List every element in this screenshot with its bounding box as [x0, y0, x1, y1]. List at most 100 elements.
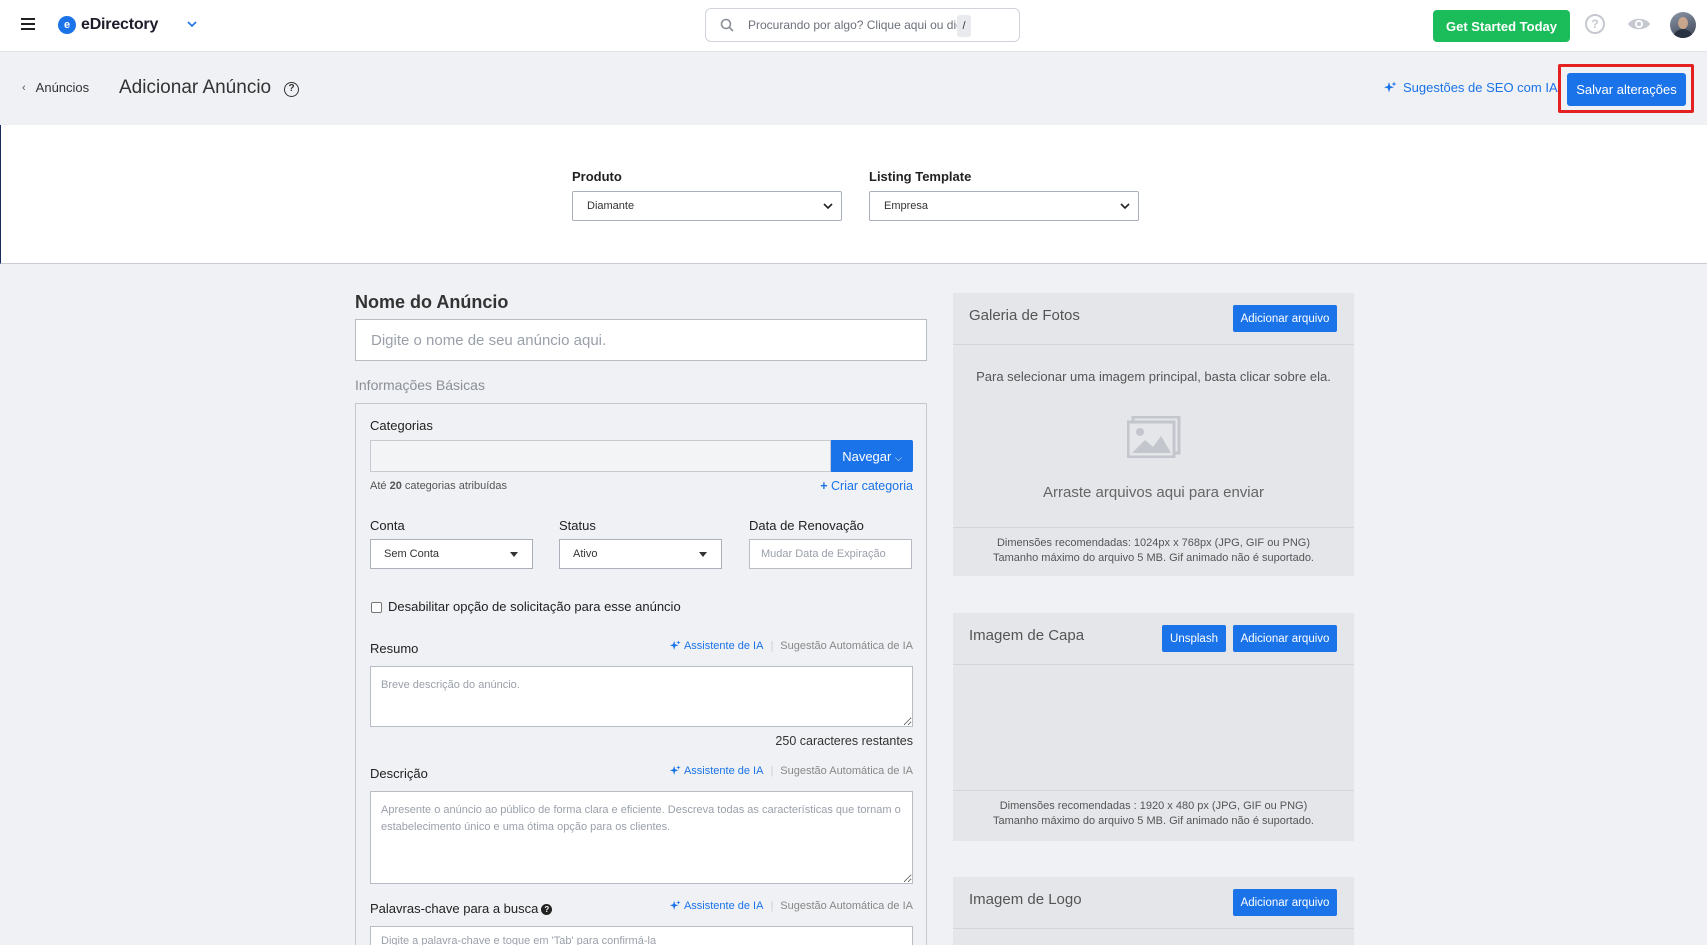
disable-request-label: Desabilitar opção de solicitação para es… [388, 599, 681, 614]
card-header: Galeria de Fotos Adicionar arquivo [953, 293, 1354, 345]
chevron-left-icon: ‹ [22, 81, 26, 94]
keywords-input[interactable] [370, 926, 913, 945]
page-title: Adicionar Anúncio [119, 77, 272, 98]
create-category-link[interactable]: + Criar categoria [820, 479, 913, 493]
ai-assistant-link[interactable]: Assistente de IA [669, 765, 764, 777]
cover-image-card: Imagem de Capa Unsplash Adicionar arquiv… [953, 613, 1354, 841]
categories-hint: Até 20 categorias atribuídas [370, 480, 507, 492]
save-changes-button[interactable]: Salvar alterações [1567, 73, 1686, 106]
cover-footer: Dimensões recomendadas : 1920 x 480 px (… [953, 790, 1354, 841]
ai-assistant-label: Assistente de IA [683, 900, 764, 912]
status-dropdown[interactable]: Ativo [559, 539, 722, 569]
ai-auto-suggestion-link[interactable]: Sugestão Automática de IA [780, 640, 913, 652]
sparkle-icon [669, 640, 681, 650]
product-label: Produto [572, 169, 622, 184]
add-file-button[interactable]: Adicionar arquivo [1233, 889, 1337, 916]
avatar[interactable] [1670, 12, 1696, 38]
help-icon[interactable]: ? [541, 904, 553, 915]
browse-label: Navegar [842, 448, 892, 464]
browse-categories-button[interactable]: Navegar ⌵ [831, 440, 913, 472]
basic-info-heading: Informações Básicas [355, 377, 485, 393]
eye-icon[interactable] [1627, 15, 1651, 33]
drop-zone-text[interactable]: Arraste arquivos aqui para enviar [953, 484, 1354, 501]
summary-ai-tools: Assistente de IA | Sugestão Automática d… [669, 640, 913, 652]
gallery-max-size: Tamanho máximo do arquivo 5 MB. Gif anim… [992, 552, 1314, 564]
sparkle-icon [669, 900, 681, 910]
seo-ai-label: Sugestões de SEO com IA [1403, 80, 1558, 95]
hint-suffix: categorias atribuídas [404, 480, 508, 492]
logo-title: Imagem de Logo [969, 891, 1082, 908]
unsplash-button[interactable]: Unsplash [1162, 625, 1226, 652]
gallery-title: Galeria de Fotos [969, 307, 1080, 324]
listing-name-title: Nome do Anúncio [355, 292, 509, 312]
template-value: Empresa [884, 200, 929, 212]
template-select[interactable]: Empresa [869, 191, 1139, 221]
account-value: Sem Conta [384, 548, 440, 560]
description-ai-tools: Assistente de IA | Sugestão Automática d… [669, 765, 913, 777]
logo-mark: e [58, 16, 76, 34]
search-shortcut-key: / [957, 15, 971, 37]
chevron-down-icon [823, 203, 833, 210]
search-input[interactable] [748, 18, 958, 32]
gallery-footer: Dimensões recomendadas: 1024px x 768px (… [953, 527, 1354, 576]
status-label: Status [559, 518, 596, 533]
cover-max-size: Tamanho máximo do arquivo 5 MB. Gif anim… [992, 815, 1314, 827]
get-started-button[interactable]: Get Started Today [1433, 10, 1570, 42]
back-label: Anúncios [35, 80, 90, 95]
product-value: Diamante [587, 200, 635, 212]
sparkle-icon [1384, 81, 1397, 92]
back-link[interactable]: ‹ Anúncios [22, 80, 89, 95]
image-placeholder-icon [1127, 416, 1181, 458]
categories-label: Categorias [370, 418, 433, 433]
separator: | [770, 900, 774, 912]
gallery-dimensions: Dimensões recomendadas: 1024px x 768px (… [996, 537, 1311, 549]
gallery-hint: Para selecionar uma imagem principal, ba… [976, 369, 1331, 384]
account-label: Conta [370, 518, 405, 533]
description-label: Descrição [370, 766, 428, 781]
add-file-button[interactable]: Adicionar arquivo [1233, 305, 1337, 332]
disable-request-checkbox[interactable] [371, 602, 382, 613]
chevron-down-icon[interactable] [186, 18, 198, 30]
help-icon[interactable]: ? [1585, 14, 1605, 34]
account-dropdown[interactable]: Sem Conta [370, 539, 533, 569]
brand-name: eDirectory [81, 16, 159, 33]
ai-auto-suggestion-link[interactable]: Sugestão Automática de IA [780, 765, 913, 777]
cover-title: Imagem de Capa [969, 627, 1085, 644]
search-box[interactable]: / [705, 8, 1020, 42]
add-file-button[interactable]: Adicionar arquivo [1233, 625, 1337, 652]
create-category-label: Criar categoria [831, 479, 913, 493]
categories-input[interactable] [370, 440, 831, 472]
ai-assistant-label: Assistente de IA [683, 765, 764, 777]
separator: | [770, 640, 774, 652]
renewal-date-label: Data de Renovação [749, 518, 864, 533]
hint-prefix: Até [370, 480, 387, 492]
brand-logo[interactable]: e eDirectory [58, 16, 158, 34]
ai-auto-suggestion-link[interactable]: Sugestão Automática de IA [780, 900, 913, 912]
card-header: Imagem de Logo Adicionar arquivo [953, 877, 1354, 929]
plus-icon: + [820, 479, 828, 493]
help-icon[interactable]: ? [284, 82, 299, 97]
summary-textarea[interactable] [370, 666, 913, 727]
sparkle-icon [669, 765, 681, 775]
product-select[interactable]: Diamante [572, 191, 842, 221]
separator: | [770, 765, 774, 777]
template-label: Listing Template [869, 169, 972, 184]
caret-down-icon [699, 552, 707, 557]
listing-name-input[interactable] [355, 319, 927, 361]
page-header: ‹ Anúncios Adicionar Anúncio ? Sugestões… [0, 52, 1707, 125]
search-icon [720, 18, 734, 32]
seo-ai-link[interactable]: Sugestões de SEO com IA [1383, 80, 1558, 95]
keywords-label-text: Palavras-chave para a busca [370, 901, 539, 916]
caret-down-icon [510, 552, 518, 557]
ai-assistant-link[interactable]: Assistente de IA [669, 900, 764, 912]
hint-count: 20 [389, 480, 402, 492]
description-textarea[interactable] [370, 791, 913, 884]
status-value: Ativo [573, 548, 598, 560]
summary-label: Resumo [370, 641, 419, 656]
remaining-characters: 250 caracteres restantes [775, 734, 913, 748]
renewal-date-input[interactable] [749, 539, 912, 569]
ai-assistant-link[interactable]: Assistente de IA [669, 640, 764, 652]
keywords-ai-tools: Assistente de IA | Sugestão Automática d… [669, 900, 913, 912]
ai-assistant-label: Assistente de IA [683, 640, 764, 652]
menu-icon[interactable] [21, 18, 35, 30]
